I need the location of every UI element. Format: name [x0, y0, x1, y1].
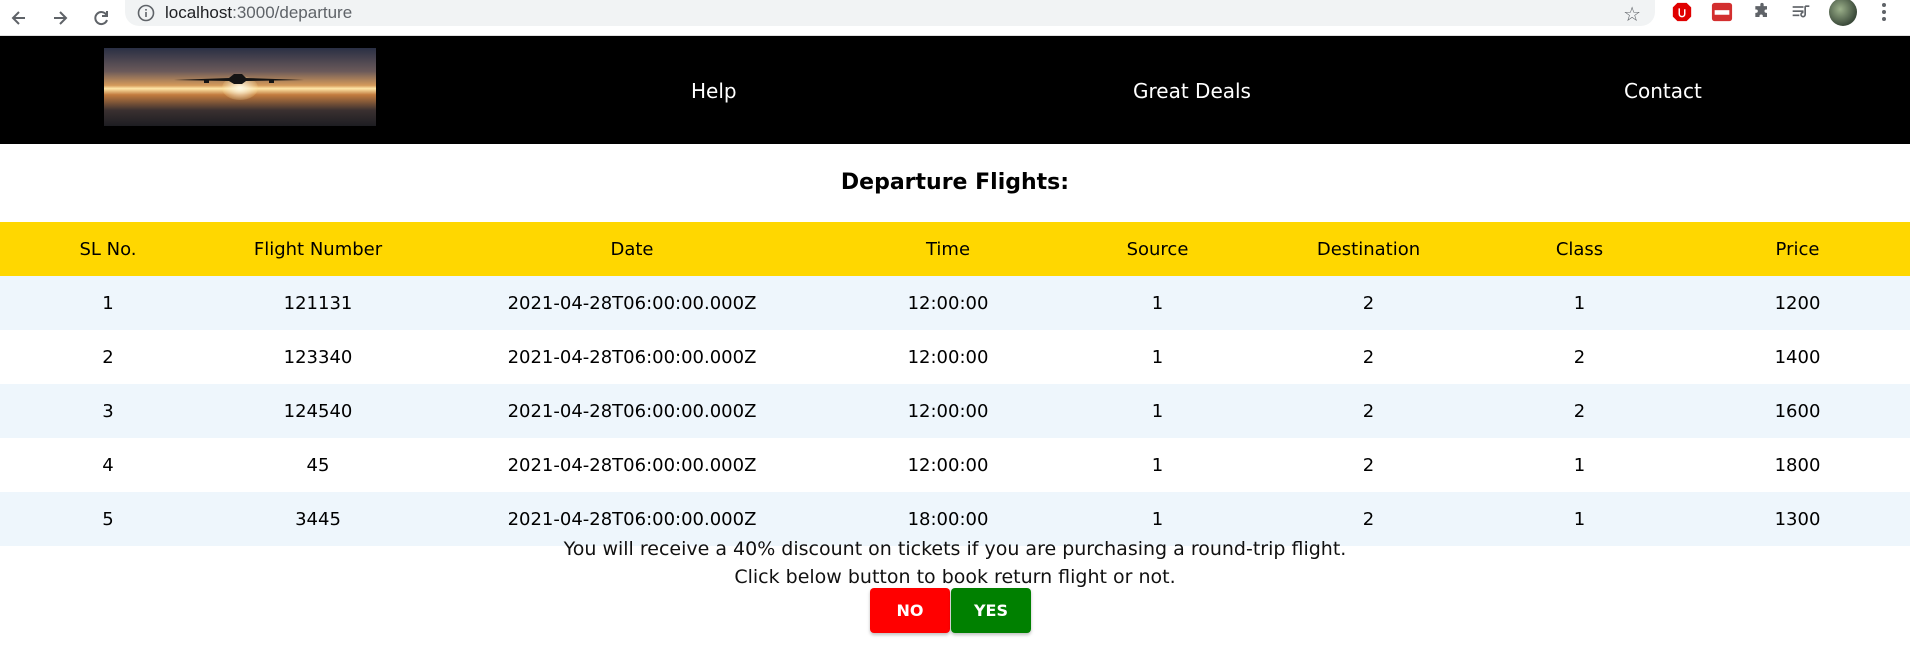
browser-toolbar: localhost:3000/departure ☆ [0, 0, 1910, 36]
cell-price: 1600 [1685, 384, 1910, 438]
cell-source: 1 [1151, 454, 1164, 476]
cell-class: 1 [1573, 454, 1586, 476]
column-header-price: Price [1685, 222, 1910, 276]
cell-flight-number: 45 [306, 454, 330, 476]
cell-time: 12:00:00 [844, 384, 1052, 438]
cell-flight-number: 123340 [283, 346, 353, 368]
return-flight-prompt: Click below button to book return flight… [734, 566, 1176, 588]
no-button[interactable]: NO [870, 588, 950, 633]
column-header-date: Date [420, 222, 844, 276]
cell-class: 1 [1474, 276, 1685, 330]
address-bar[interactable]: localhost:3000/departure ☆ [125, 0, 1655, 26]
cell-sl-no: 1 [0, 276, 216, 330]
cell-date: 2021-04-28T06:00:00.000Z [507, 346, 757, 368]
url-path: :3000/departure [232, 3, 353, 22]
return-flight-buttons: NO YES [870, 588, 1031, 633]
table-header-row: SL No. Flight Number Date Time Source De… [0, 222, 1910, 276]
cell-source: 1 [1052, 384, 1263, 438]
column-header-sl-no: SL No. [0, 222, 216, 276]
cell-destination: 2 [1362, 346, 1375, 368]
back-arrow-icon[interactable] [2, 1, 36, 35]
cell-destination: 2 [1362, 454, 1375, 476]
url-host: localhost [165, 3, 233, 22]
cell-sl-no: 2 [102, 346, 114, 368]
nav-help[interactable]: Help [691, 79, 737, 103]
cors-extension-icon[interactable] [1710, 0, 1734, 24]
discount-message: You will receive a 40% discount on ticke… [563, 538, 1347, 560]
cell-date: 2021-04-28T06:00:00.000Z [420, 384, 844, 438]
cell-time: 12:00:00 [907, 346, 989, 368]
cell-time: 12:00:00 [907, 454, 989, 476]
cell-source: 1 [1052, 276, 1263, 330]
table-row[interactable]: 1 121131 2021-04-28T06:00:00.000Z 12:00:… [0, 276, 1910, 330]
info-icon[interactable] [137, 4, 155, 22]
stop-extension-icon[interactable] [1670, 0, 1694, 24]
yes-button[interactable]: YES [951, 588, 1031, 633]
airplane-sunset-logo[interactable] [104, 48, 376, 126]
round-trip-notice: You will receive a 40% discount on ticke… [0, 535, 1910, 591]
airplane-silhouette-icon [174, 74, 304, 84]
column-header-source: Source [1052, 222, 1263, 276]
cell-date: 2021-04-28T06:00:00.000Z [507, 454, 757, 476]
forward-arrow-icon[interactable] [43, 1, 77, 35]
cell-class: 2 [1474, 384, 1685, 438]
cell-sl-no: 4 [102, 454, 114, 476]
nav-great-deals[interactable]: Great Deals [1133, 79, 1251, 103]
table-row[interactable]: 2 123340 2021-04-28T06:00:00.000Z 12:00:… [0, 330, 1910, 384]
column-header-flight-number: Flight Number [216, 222, 420, 276]
departure-flights-table: SL No. Flight Number Date Time Source De… [0, 222, 1910, 546]
cell-flight-number: 124540 [216, 384, 420, 438]
page-title: Departure Flights: [840, 170, 1070, 195]
puzzle-extensions-icon[interactable] [1750, 0, 1774, 24]
site-header: Help Great Deals Contact [0, 36, 1910, 144]
cell-date: 2021-04-28T06:00:00.000Z [420, 276, 844, 330]
profile-avatar[interactable] [1829, 0, 1857, 26]
column-header-class: Class [1474, 222, 1685, 276]
cell-price: 1200 [1685, 276, 1910, 330]
cell-destination: 2 [1263, 276, 1474, 330]
cell-time: 12:00:00 [844, 276, 1052, 330]
more-menu-icon[interactable] [1872, 0, 1896, 24]
table-row[interactable]: 3 124540 2021-04-28T06:00:00.000Z 12:00:… [0, 384, 1910, 438]
cell-price: 1400 [1774, 346, 1821, 368]
cell-destination: 2 [1263, 384, 1474, 438]
nav-contact[interactable]: Contact [1624, 79, 1702, 103]
cell-source: 1 [1151, 346, 1164, 368]
cell-price: 1800 [1774, 454, 1821, 476]
bookmark-star-icon[interactable]: ☆ [1623, 2, 1641, 26]
column-header-time: Time [844, 222, 1052, 276]
reading-list-icon[interactable] [1789, 0, 1813, 24]
cell-sl-no: 3 [0, 384, 216, 438]
table-row[interactable]: 4 45 2021-04-28T06:00:00.000Z 12:00:00 1… [0, 438, 1910, 492]
column-header-destination: Destination [1263, 222, 1474, 276]
reload-icon[interactable] [84, 1, 118, 35]
url-text: localhost:3000/departure [165, 3, 352, 23]
cell-class: 2 [1573, 346, 1586, 368]
cell-flight-number: 121131 [216, 276, 420, 330]
